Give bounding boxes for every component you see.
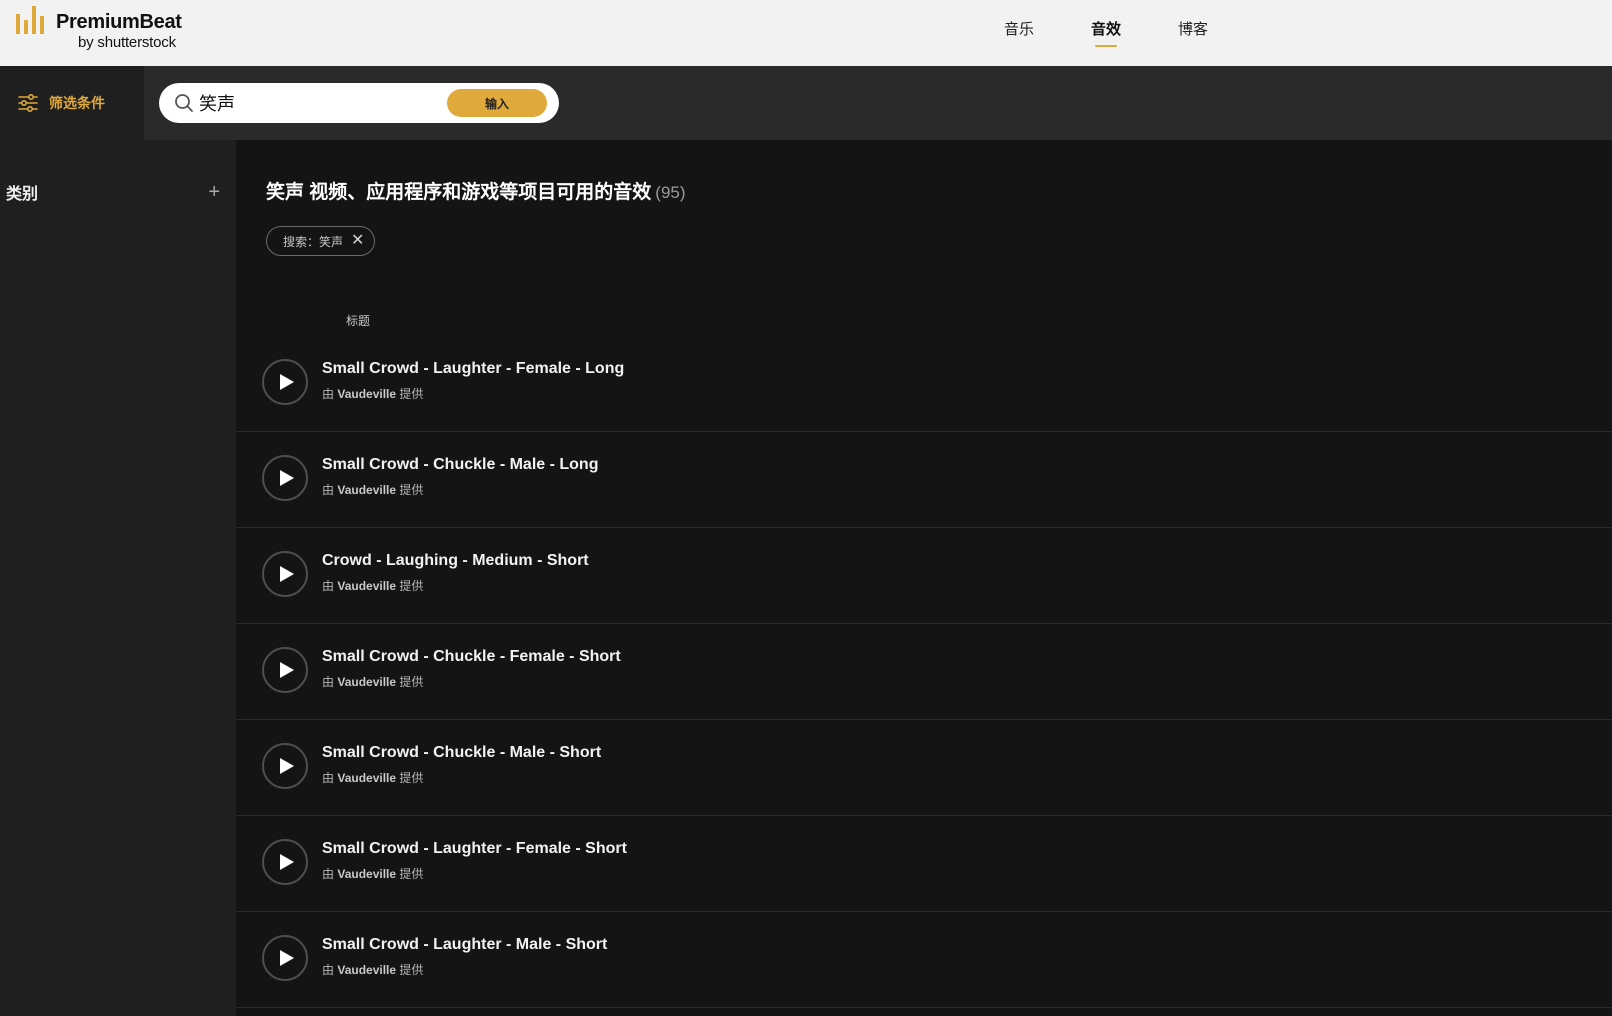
artist-suffix: 提供 <box>399 867 424 881</box>
track-row: Small Crowd - Chuckle - Female - Short 由… <box>236 624 1612 720</box>
play-icon <box>279 566 294 582</box>
artist-suffix: 提供 <box>399 675 424 689</box>
track-row: Small Crowd - Chuckle - Male - Long 由 Va… <box>236 432 1612 528</box>
artist-prefix: 由 <box>322 867 335 881</box>
top-header: PremiumBeat by shutterstock 音乐 音效 博客 <box>0 0 1612 66</box>
results-main: 笑声 视频、应用程序和游戏等项目可用的音效 (95) 搜索：笑声 ✕ 标题 Sma… <box>236 140 1612 1016</box>
artist-name[interactable]: Vaudeville <box>337 867 396 881</box>
search-band: 筛选条件 输入 <box>0 66 1612 140</box>
artist-line: 由 Vaudeville 提供 <box>322 865 423 882</box>
track-title[interactable]: Small Crowd - Laughter - Male - Short <box>322 936 607 954</box>
play-button[interactable] <box>262 743 308 789</box>
track-title[interactable]: Small Crowd - Laughter - Female - Short <box>322 840 627 858</box>
nav-item-blog[interactable]: 博客 <box>1178 0 1208 66</box>
artist-name[interactable]: Vaudeville <box>337 675 396 689</box>
track-row: Crowd - Laughing - Medium - Short 由 Vaud… <box>236 528 1612 624</box>
artist-line: 由 Vaudeville 提供 <box>322 385 423 402</box>
active-search-chip: 搜索：笑声 ✕ <box>266 226 376 256</box>
category-filter-row[interactable]: 类别 + <box>6 180 220 204</box>
play-button[interactable] <box>262 935 308 981</box>
track-title[interactable]: Small Crowd - Laughter - Female - Long <box>322 360 624 378</box>
play-button[interactable] <box>262 551 308 597</box>
play-icon <box>279 374 294 390</box>
artist-name[interactable]: Vaudeville <box>337 483 396 497</box>
search-submit-button[interactable]: 输入 <box>447 89 547 117</box>
track-row: Small Crowd - Laughter - Male - Short 由 … <box>236 912 1612 1008</box>
artist-prefix: 由 <box>322 483 335 497</box>
track-title[interactable]: Crowd - Laughing - Medium - Short <box>322 552 589 570</box>
artist-line: 由 Vaudeville 提供 <box>322 577 423 594</box>
artist-line: 由 Vaudeville 提供 <box>322 961 423 978</box>
artist-suffix: 提供 <box>399 963 424 977</box>
search-input[interactable] <box>199 88 437 118</box>
play-icon <box>279 758 294 774</box>
play-icon <box>279 470 294 486</box>
filter-sidebar: 类别 + <box>0 140 236 1016</box>
play-icon <box>279 662 294 678</box>
logo-bars-icon <box>16 6 44 34</box>
chip-label: 搜索：笑声 <box>283 234 344 249</box>
artist-suffix: 提供 <box>399 579 424 593</box>
track-title[interactable]: Small Crowd - Chuckle - Female - Short <box>322 648 621 666</box>
artist-prefix: 由 <box>322 675 335 689</box>
artist-line: 由 Vaudeville 提供 <box>322 769 423 786</box>
nav-item-music[interactable]: 音乐 <box>1004 0 1034 66</box>
artist-prefix: 由 <box>322 387 335 401</box>
play-button[interactable] <box>262 359 308 405</box>
sliders-icon <box>18 94 38 112</box>
premiumbeat-logo[interactable]: PremiumBeat by shutterstock <box>16 6 182 54</box>
artist-name[interactable]: Vaudeville <box>337 387 396 401</box>
logo-secondary-text: by shutterstock <box>78 34 176 51</box>
artist-name[interactable]: Vaudeville <box>337 771 396 785</box>
track-list: Small Crowd - Laughter - Female - Long 由… <box>236 336 1612 1008</box>
play-button[interactable] <box>262 455 308 501</box>
artist-prefix: 由 <box>322 579 335 593</box>
results-heading: 笑声 视频、应用程序和游戏等项目可用的音效 (95) <box>266 177 686 204</box>
track-title[interactable]: Small Crowd - Chuckle - Male - Long <box>322 456 598 474</box>
results-count: (95) <box>655 183 686 202</box>
track-title[interactable]: Small Crowd - Chuckle - Male - Short <box>322 744 601 762</box>
logo-primary-text: PremiumBeat <box>56 11 182 33</box>
artist-name[interactable]: Vaudeville <box>337 963 396 977</box>
artist-prefix: 由 <box>322 963 335 977</box>
column-header-title[interactable]: 标题 <box>346 312 370 329</box>
artist-line: 由 Vaudeville 提供 <box>322 481 423 498</box>
play-button[interactable] <box>262 647 308 693</box>
main-nav: 音乐 音效 博客 <box>1004 0 1265 66</box>
play-button[interactable] <box>262 839 308 885</box>
chip-close-icon[interactable]: ✕ <box>351 233 364 249</box>
search-icon <box>175 94 193 112</box>
track-row: Small Crowd - Chuckle - Male - Short 由 V… <box>236 720 1612 816</box>
artist-suffix: 提供 <box>399 387 424 401</box>
results-heading-text: 笑声 视频、应用程序和游戏等项目可用的音效 <box>266 182 652 203</box>
track-row: Small Crowd - Laughter - Female - Long 由… <box>236 336 1612 432</box>
artist-name[interactable]: Vaudeville <box>337 579 396 593</box>
track-row: Small Crowd - Laughter - Female - Short … <box>236 816 1612 912</box>
artist-suffix: 提供 <box>399 483 424 497</box>
artist-prefix: 由 <box>322 771 335 785</box>
play-icon <box>279 950 294 966</box>
play-icon <box>279 854 294 870</box>
category-title: 类别 <box>6 186 39 203</box>
artist-suffix: 提供 <box>399 771 424 785</box>
expand-plus-icon[interactable]: + <box>208 182 220 202</box>
filter-label: 筛选条件 <box>49 95 105 111</box>
nav-item-sound-effects[interactable]: 音效 <box>1091 0 1121 66</box>
artist-line: 由 Vaudeville 提供 <box>322 673 423 690</box>
search-box: 输入 <box>159 83 559 123</box>
filter-toggle-button[interactable]: 筛选条件 <box>0 66 144 140</box>
